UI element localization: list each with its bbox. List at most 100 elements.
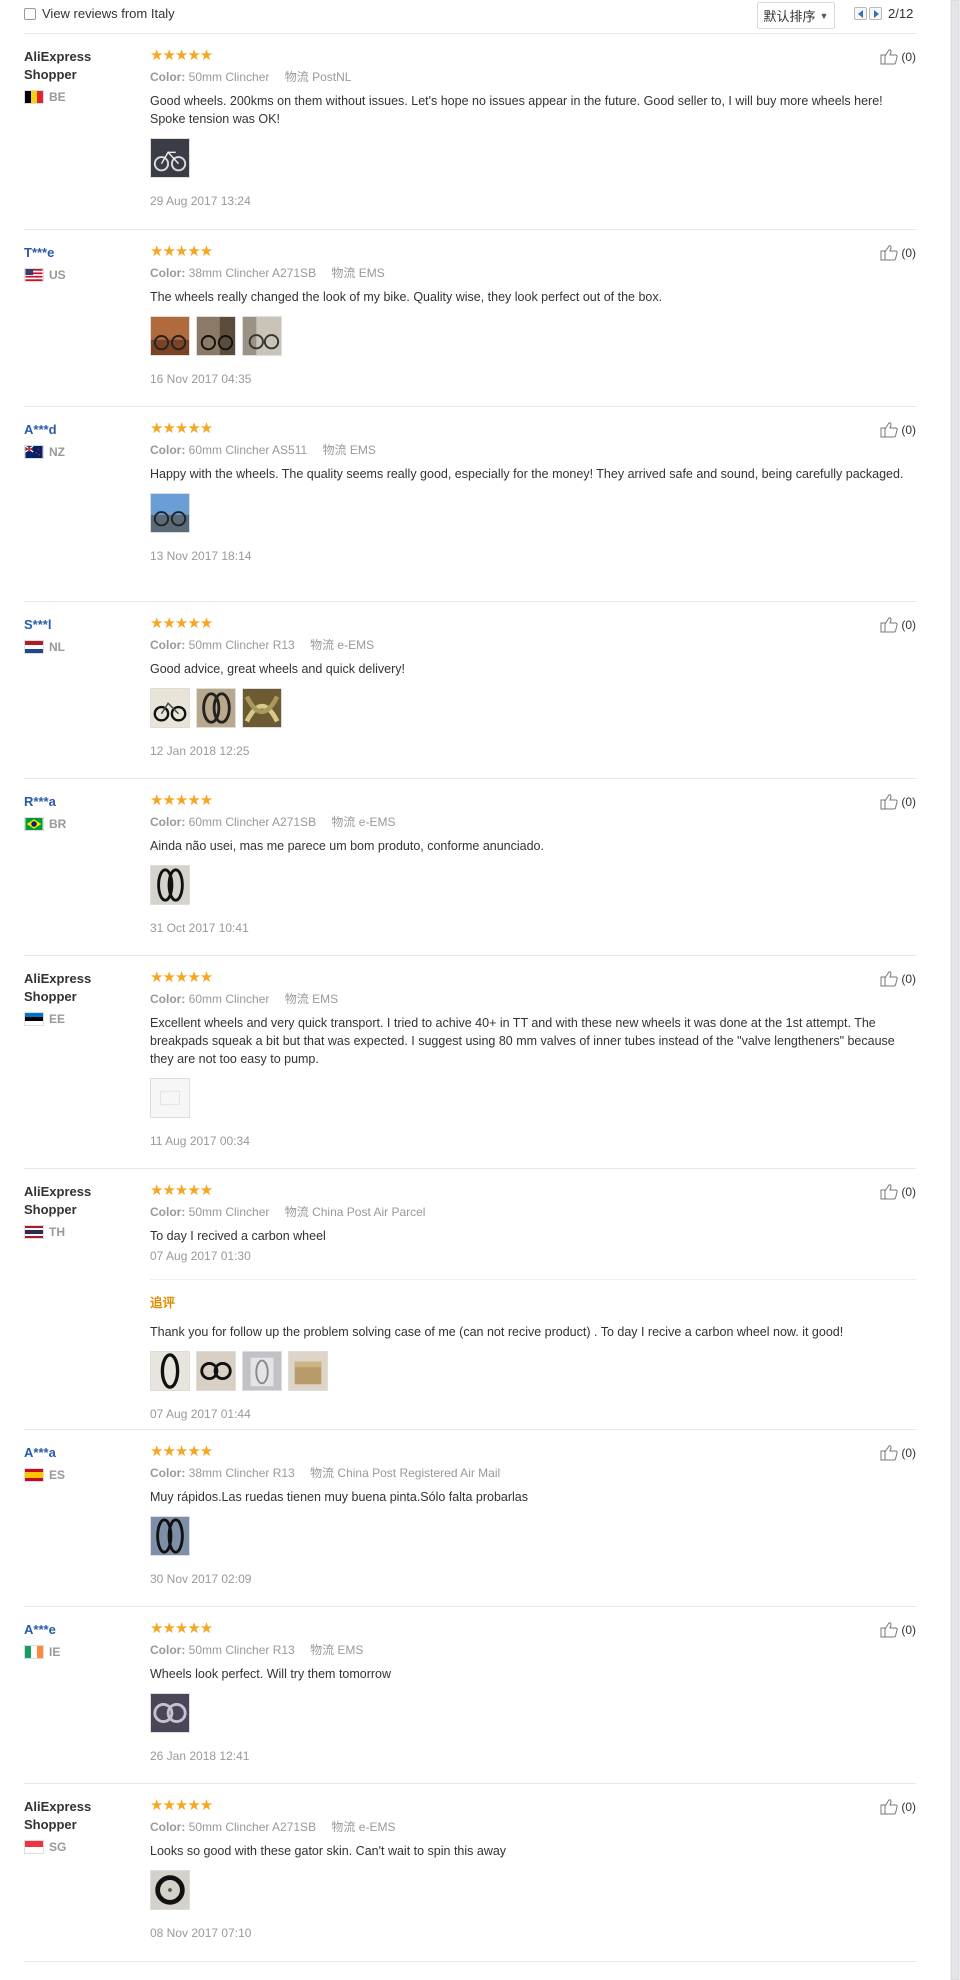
review-meta: Color: 60mm Clincher AS511 物流 EMS bbox=[150, 442, 916, 458]
review-content: ★★★★★ Color: 50mm Clincher 物流 China Post… bbox=[150, 1183, 916, 1421]
country-code: NL bbox=[49, 640, 65, 654]
like-button[interactable]: (0) bbox=[880, 1798, 916, 1815]
reviewer: R***a BR bbox=[24, 793, 134, 831]
country-code: US bbox=[49, 268, 66, 282]
flag-br-icon bbox=[24, 817, 44, 831]
country-code: TH bbox=[49, 1225, 65, 1239]
shipping-label: 物流 bbox=[310, 1466, 335, 1480]
review-content: ★★★★★ Color: 60mm Clincher 物流 EMS Excell… bbox=[150, 970, 916, 1148]
shipping-value: e-EMS bbox=[358, 1820, 396, 1834]
review-date: 29 Aug 2017 13:24 bbox=[150, 194, 251, 208]
shipping-value: EMS bbox=[337, 1643, 364, 1657]
flag-es-icon bbox=[24, 1468, 44, 1482]
shipping-value: China Post Registered Air Mail bbox=[337, 1466, 501, 1480]
review-photos bbox=[150, 316, 916, 356]
like-button[interactable]: (0) bbox=[880, 1621, 916, 1638]
country-filter[interactable]: View reviews from Italy bbox=[24, 6, 175, 21]
review-content: ★★★★★ Color: 50mm Clincher A271SB 物流 e-E… bbox=[150, 1798, 916, 1940]
reviewer-name: R***a bbox=[24, 794, 56, 809]
country-code: BE bbox=[49, 90, 66, 104]
reviewer-country: EE bbox=[24, 1012, 134, 1026]
scrollbar-thumb[interactable] bbox=[951, 0, 959, 1980]
rating-stars: ★★★★★ bbox=[150, 1182, 213, 1199]
reviewer-country: SG bbox=[24, 1840, 134, 1854]
shipping-label: 物流 bbox=[322, 443, 347, 457]
review-photo[interactable] bbox=[196, 1351, 236, 1391]
flag-th-icon bbox=[24, 1225, 44, 1239]
sort-dropdown[interactable]: 默认排序 ▼ bbox=[757, 2, 835, 29]
like-count: (0) bbox=[901, 245, 916, 260]
vertical-scrollbar[interactable] bbox=[950, 0, 960, 1980]
flag-be-icon bbox=[24, 90, 44, 104]
review-content: ★★★★★ Color: 50mm Clincher R13 物流 EMS Wh… bbox=[150, 1621, 916, 1763]
like-button[interactable]: (0) bbox=[880, 793, 916, 810]
like-button[interactable]: (0) bbox=[880, 1183, 916, 1200]
review-photo[interactable] bbox=[150, 493, 190, 533]
review-photo[interactable] bbox=[150, 1870, 190, 1910]
review-photo[interactable] bbox=[150, 688, 190, 728]
review-photo[interactable] bbox=[150, 1516, 190, 1556]
country-code: NZ bbox=[49, 445, 65, 459]
like-button[interactable]: (0) bbox=[880, 244, 916, 261]
reviewer-country: IE bbox=[24, 1645, 134, 1659]
reviewer: A***d NZ bbox=[24, 421, 134, 459]
thumb-up-icon bbox=[880, 794, 898, 810]
like-count: (0) bbox=[901, 1445, 916, 1460]
color-value: 50mm Clincher bbox=[188, 70, 270, 84]
sort-label: 默认排序 bbox=[763, 9, 816, 24]
thumb-up-icon bbox=[880, 245, 898, 261]
review-meta: Color: 50mm Clincher 物流 PostNL bbox=[150, 69, 916, 85]
review-photo[interactable] bbox=[242, 1351, 282, 1391]
review-photo[interactable] bbox=[150, 1078, 190, 1118]
like-button[interactable]: (0) bbox=[880, 1444, 916, 1461]
review-text: Good advice, great wheels and quick deli… bbox=[150, 662, 406, 676]
review-photo[interactable] bbox=[242, 688, 282, 728]
reviewer: T***e US bbox=[24, 244, 134, 282]
color-label: Color: bbox=[150, 815, 186, 829]
thumb-up-icon bbox=[880, 49, 898, 65]
like-count: (0) bbox=[901, 794, 916, 809]
review-meta: Color: 50mm Clincher R13 物流 e-EMS bbox=[150, 637, 916, 653]
review-photos bbox=[150, 688, 916, 728]
shipping-label: 物流 bbox=[331, 1820, 356, 1834]
reviewer-name: AliExpress Shopper bbox=[24, 1184, 92, 1217]
rating-stars: ★★★★★ bbox=[150, 969, 213, 986]
review-meta: Color: 38mm Clincher R13 物流 China Post R… bbox=[150, 1465, 916, 1481]
like-button[interactable]: (0) bbox=[880, 970, 916, 987]
reviewer-country: NL bbox=[24, 640, 134, 654]
review-photo[interactable] bbox=[150, 1693, 190, 1733]
review-item: T***e US ★★★★★ Color: 38mm Clincher A271… bbox=[24, 230, 916, 407]
rating-stars: ★★★★★ bbox=[150, 1620, 213, 1637]
color-label: Color: bbox=[150, 443, 186, 457]
rating-stars: ★★★★★ bbox=[150, 1443, 213, 1460]
review-photo[interactable] bbox=[150, 138, 190, 178]
rating-stars: ★★★★★ bbox=[150, 420, 213, 437]
review-photo[interactable] bbox=[150, 316, 190, 356]
thumb-up-icon bbox=[880, 1184, 898, 1200]
review-photo[interactable] bbox=[288, 1351, 328, 1391]
review-photo[interactable] bbox=[242, 316, 282, 356]
review-date: 07 Aug 2017 01:30 bbox=[150, 1249, 251, 1263]
prev-page-icon[interactable] bbox=[854, 7, 867, 20]
reviewer: AliExpress Shopper BE bbox=[24, 48, 134, 104]
next-page-icon[interactable] bbox=[869, 7, 882, 20]
color-value: 50mm Clincher A271SB bbox=[188, 1820, 317, 1834]
review-meta: Color: 60mm Clincher A271SB 物流 e-EMS bbox=[150, 814, 916, 830]
reviewer-name: AliExpress Shopper bbox=[24, 49, 92, 82]
reviewer-name: S***l bbox=[24, 617, 52, 632]
like-button[interactable]: (0) bbox=[880, 48, 916, 65]
color-value: 50mm Clincher R13 bbox=[188, 638, 295, 652]
review-photo[interactable] bbox=[196, 316, 236, 356]
like-button[interactable]: (0) bbox=[880, 616, 916, 633]
like-count: (0) bbox=[901, 971, 916, 986]
review-date: 12 Jan 2018 12:25 bbox=[150, 744, 250, 758]
review-photo[interactable] bbox=[150, 865, 190, 905]
country-code: EE bbox=[49, 1012, 66, 1026]
italy-filter-checkbox[interactable] bbox=[24, 7, 36, 20]
review-photo[interactable] bbox=[150, 1351, 190, 1391]
rating-stars: ★★★★★ bbox=[150, 1797, 213, 1814]
review-content: ★★★★★ Color: 60mm Clincher A271SB 物流 e-E… bbox=[150, 793, 916, 935]
like-button[interactable]: (0) bbox=[880, 421, 916, 438]
review-date: 11 Aug 2017 00:34 bbox=[150, 1134, 250, 1148]
review-photo[interactable] bbox=[196, 688, 236, 728]
